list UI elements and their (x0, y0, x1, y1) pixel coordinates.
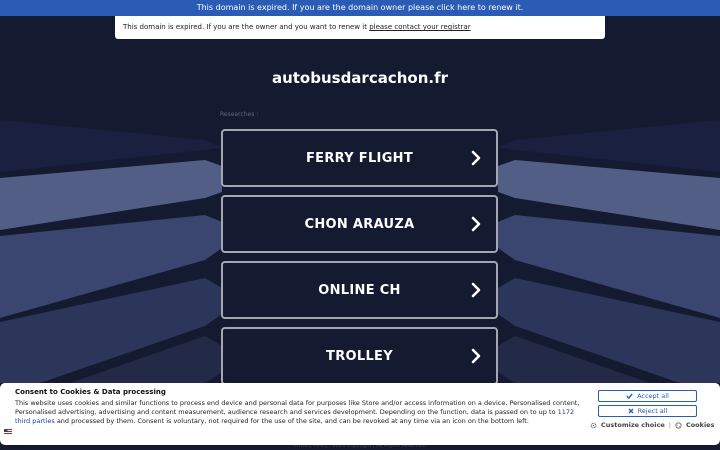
cookie-title: Consent to Cookies & Data processing (15, 388, 166, 396)
customize-choice-link[interactable]: Customize choice (601, 421, 665, 429)
cookies-link[interactable]: Cookies (686, 421, 715, 429)
accept-all-label: Accept all (637, 392, 669, 400)
search-button-ferry-flight[interactable]: FERRY FLIGHT (221, 129, 498, 187)
researches-label: Researches : (220, 111, 259, 118)
close-icon (628, 408, 634, 414)
expired-domain-banner[interactable]: This domain is expired. If you are the d… (0, 0, 720, 16)
us-flag-icon[interactable] (4, 429, 12, 435)
accept-all-button[interactable]: Accept all (598, 390, 697, 402)
chevron-right-icon (471, 282, 481, 298)
search-button-online-ch[interactable]: ONLINE CH (221, 261, 498, 319)
gear-icon (590, 422, 597, 428)
domain-title: autobusdarcachon.fr (271, 69, 449, 87)
search-button-label: FERRY FLIGHT (305, 150, 414, 166)
chevron-right-icon (471, 150, 481, 166)
cookie-body-text: This website uses cookies and similar fu… (15, 399, 580, 416)
cookie-body: This website uses cookies and similar fu… (15, 399, 585, 426)
search-button-chon-arauza[interactable]: CHON ARAUZA (221, 195, 498, 253)
cookie-body-text-2: and processed by them. Consent is volunt… (54, 417, 529, 425)
link-separator: | (668, 421, 671, 429)
reject-all-label: Reject all (637, 407, 668, 415)
search-button-trolley[interactable]: TROLLEY (221, 327, 498, 385)
search-button-label: TROLLEY (326, 348, 393, 364)
chevron-right-icon (471, 348, 481, 364)
search-button-label: ONLINE CH (318, 282, 401, 298)
cookie-consent-banner: Consent to Cookies & Data processing Thi… (0, 383, 720, 445)
cookie-links: Customize choice | Cookies (590, 421, 714, 429)
cookie-icon (675, 421, 682, 429)
expired-notice-text: This domain is expired. If you are the o… (123, 23, 370, 31)
reject-all-button[interactable]: Reject all (598, 405, 697, 417)
contact-registrar-link[interactable]: please contact your registrar (369, 23, 470, 31)
search-button-label: CHON ARAUZA (304, 216, 415, 232)
checkmark-icon (626, 393, 633, 399)
expired-notice: This domain is expired. If you are the o… (115, 16, 605, 39)
chevron-right-icon (471, 216, 481, 232)
